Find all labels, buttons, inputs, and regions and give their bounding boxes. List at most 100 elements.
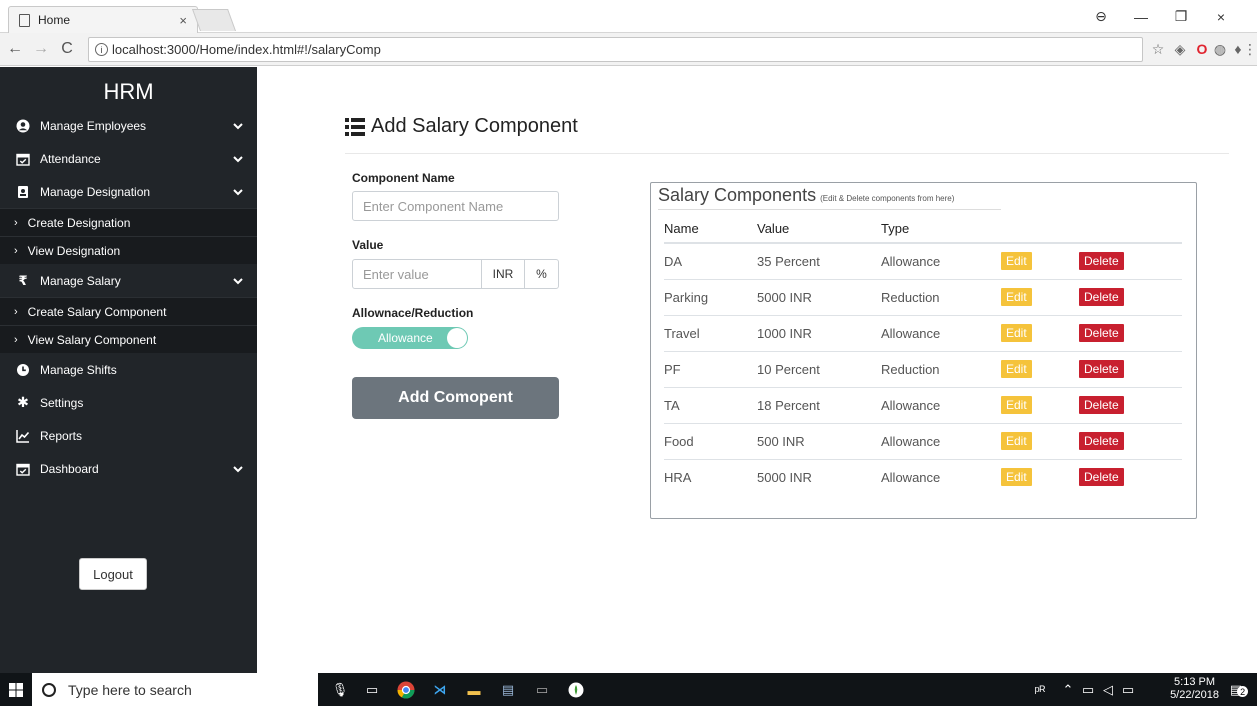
percent-unit-button[interactable]: % <box>524 259 559 289</box>
sidebar-item-manage-shifts[interactable]: Manage Shifts <box>0 353 257 386</box>
vscode-icon[interactable]: ⋊ <box>430 680 450 700</box>
battery-icon[interactable]: ▭ <box>1078 680 1098 700</box>
logout-button[interactable]: Logout <box>79 558 147 590</box>
salary-components-table: Name Value Type DA 35 Percent Allowance … <box>664 215 1182 495</box>
component-name-input[interactable]: Enter Component Name <box>352 191 559 221</box>
mongodb-icon[interactable] <box>566 680 586 700</box>
star-icon[interactable]: ☆ <box>1148 38 1168 60</box>
chevron-right-icon: › <box>14 333 18 346</box>
volume-icon[interactable]: ◁ <box>1098 680 1118 700</box>
column-header-type: Type <box>881 215 1001 244</box>
sidebar-subitem-label: Create Salary Component <box>27 304 167 319</box>
taskbar-search-input[interactable]: Type here to search <box>32 673 318 706</box>
search-placeholder: Type here to search <box>68 681 192 698</box>
tray-chevron-icon[interactable]: ⌃ <box>1058 680 1078 700</box>
task-view-icon[interactable]: ▭ <box>362 680 382 700</box>
sidebar-item-attendance[interactable]: Attendance <box>0 142 257 175</box>
delete-button[interactable]: Delete <box>1079 324 1124 342</box>
sidebar-item-manage-designation[interactable]: Manage Designation <box>0 175 257 208</box>
edit-button[interactable]: Edit <box>1001 468 1032 487</box>
sidebar-item-dashboard[interactable]: Dashboard <box>0 452 257 485</box>
delete-button[interactable]: Delete <box>1079 360 1124 378</box>
people-icon[interactable]: ᵖᴿ <box>1030 680 1050 700</box>
sidebar-item-reports[interactable]: Reports <box>0 419 257 452</box>
sidebar-subitem-view-salary-component[interactable]: › View Salary Component <box>0 325 257 353</box>
globe-extension-icon[interactable]: ◍ <box>1210 38 1230 60</box>
edit-button[interactable]: Edit <box>1001 432 1032 450</box>
user-circle-icon <box>16 119 30 133</box>
cell-delete: Delete <box>1079 423 1182 460</box>
delete-button[interactable]: Delete <box>1079 252 1124 271</box>
sidebar-subitem-create-designation[interactable]: › Create Designation <box>0 208 257 236</box>
close-window-icon[interactable]: × <box>1201 0 1241 33</box>
windows-start-icon[interactable] <box>0 673 32 706</box>
edit-button[interactable]: Edit <box>1001 324 1032 342</box>
delete-button[interactable]: Delete <box>1079 288 1124 306</box>
add-component-button[interactable]: Add Comopent <box>352 377 559 419</box>
cell-delete: Delete <box>1079 459 1182 495</box>
cell-delete: Delete <box>1079 315 1182 352</box>
address-bar[interactable]: i localhost:3000/Home/index.html#!/salar… <box>88 37 1143 62</box>
cell-value: 35 Percent <box>757 243 881 280</box>
delete-button[interactable]: Delete <box>1079 432 1124 450</box>
column-header-delete <box>1079 215 1182 244</box>
forward-icon[interactable]: → <box>30 40 52 58</box>
network-icon[interactable]: ▭ <box>1118 680 1138 700</box>
file-explorer-icon[interactable]: ▬ <box>464 680 484 700</box>
cell-edit: Edit <box>1001 387 1079 424</box>
taskbar-clock[interactable]: 5:13 PM 5/22/2018 <box>1170 676 1219 702</box>
cell-edit: Edit <box>1001 279 1079 316</box>
edit-button[interactable]: Edit <box>1001 360 1032 378</box>
allowance-toggle[interactable]: Allowance <box>352 327 468 349</box>
delete-button[interactable]: Delete <box>1079 468 1124 487</box>
inr-unit-button[interactable]: INR <box>481 259 525 289</box>
terminal-icon[interactable]: ▭ <box>532 680 552 700</box>
component-name-label: Component Name <box>352 171 455 185</box>
notifications-icon[interactable]: ▤ 2 <box>1226 680 1249 700</box>
delete-button[interactable]: Delete <box>1079 396 1124 414</box>
value-input[interactable]: Enter value <box>352 259 482 289</box>
sidebar-item-manage-salary[interactable]: ₹ Manage Salary <box>0 264 257 297</box>
menu-icon[interactable]: ⋮ <box>1240 38 1257 60</box>
cell-edit: Edit <box>1001 243 1079 280</box>
info-icon[interactable]: i <box>95 43 108 56</box>
page-icon <box>19 13 30 27</box>
opera-extension-icon[interactable]: O <box>1192 38 1212 60</box>
sidebar-item-label: Dashboard <box>40 461 99 476</box>
browser-tab[interactable]: Home × <box>8 6 198 33</box>
sidebar-subitem-label: Create Designation <box>27 215 131 230</box>
main-content: Add Salary Component Component Name Ente… <box>257 67 1257 673</box>
chrome-icon[interactable] <box>396 680 416 700</box>
toggle-label: Allowance <box>378 331 433 345</box>
back-icon[interactable]: ← <box>4 40 26 58</box>
calendar-check-icon <box>16 462 30 476</box>
cell-name: TA <box>664 387 757 424</box>
edit-button[interactable]: Edit <box>1001 252 1032 271</box>
sidebar-item-manage-employees[interactable]: Manage Employees <box>0 109 257 142</box>
microphone-icon[interactable]: 🎙 <box>330 680 350 700</box>
chevron-right-icon: › <box>14 244 18 257</box>
cell-delete: Delete <box>1079 279 1182 316</box>
edit-button[interactable]: Edit <box>1001 396 1032 414</box>
card-title-text: Salary Components <box>658 185 817 205</box>
sidebar-subitem-create-salary-component[interactable]: › Create Salary Component <box>0 297 257 325</box>
cell-type: Allowance <box>881 387 1001 424</box>
new-tab-button[interactable] <box>191 9 237 31</box>
reload-icon[interactable]: C <box>56 40 78 58</box>
shield-extension-icon[interactable]: ◈ <box>1170 38 1190 60</box>
page-title-text: Add Salary Component <box>371 115 578 137</box>
cell-name: Parking <box>664 279 757 316</box>
minimize-icon[interactable]: — <box>1121 0 1161 33</box>
tab-close-icon[interactable]: × <box>179 13 187 28</box>
maximize-icon[interactable]: ❐ <box>1161 0 1201 33</box>
notepad-icon[interactable]: ▤ <box>498 680 518 700</box>
toggle-knob <box>447 328 467 348</box>
profile-icon[interactable]: ⊖ <box>1081 0 1121 33</box>
cell-type: Allowance <box>881 315 1001 352</box>
sidebar-subitem-view-designation[interactable]: › View Designation <box>0 236 257 264</box>
edit-button[interactable]: Edit <box>1001 288 1032 306</box>
cell-value: 10 Percent <box>757 351 881 388</box>
chevron-right-icon: › <box>14 216 18 229</box>
table-header-row: Name Value Type <box>664 215 1182 244</box>
sidebar-item-settings[interactable]: ✱ Settings <box>0 386 257 419</box>
